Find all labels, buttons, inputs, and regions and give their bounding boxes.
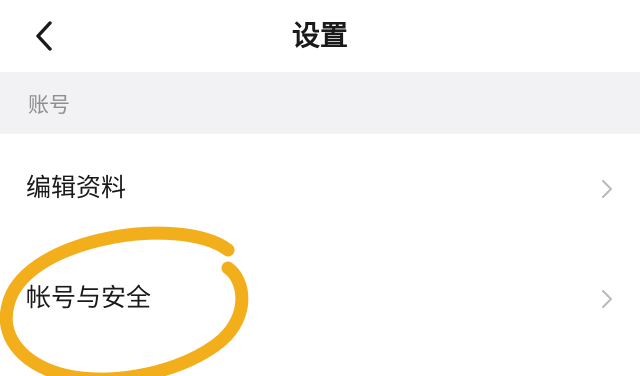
back-button[interactable] — [22, 14, 66, 58]
chevron-left-icon — [34, 20, 54, 52]
chevron-right-icon — [600, 288, 614, 310]
row-label: 帐号与安全 — [26, 283, 152, 312]
nav-header: 设置 — [0, 0, 640, 72]
section-label-account: 账号 — [28, 93, 70, 117]
row-label: 编辑资料 — [26, 173, 127, 202]
row-edit-profile[interactable]: 编辑资料 — [0, 134, 640, 244]
section-header: 账号 — [0, 72, 640, 134]
settings-screen: 设置 账号 编辑资料 帐号与安全 — [0, 0, 640, 376]
chevron-right-icon — [600, 178, 614, 200]
row-account-security[interactable]: 帐号与安全 — [0, 244, 640, 354]
page-title: 设置 — [291, 19, 348, 52]
